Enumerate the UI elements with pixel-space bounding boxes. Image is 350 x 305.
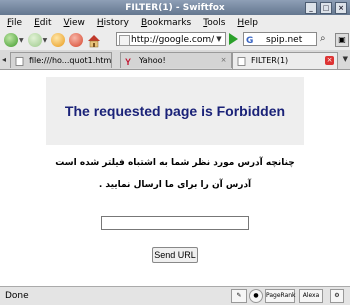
menu-help[interactable]: Help xyxy=(230,18,263,28)
tab-bar: ◂ file:///ho...quot1.html Y Yahoo! × FIL… xyxy=(0,50,350,70)
search-text: spip.net xyxy=(266,35,303,45)
forbidden-box: The requested page is Forbidden xyxy=(46,77,304,145)
url-text: http://google.com/ xyxy=(131,35,215,45)
message-line-1: چنانچه آدرس مورد نظر شما به اشتباه فیلتر… xyxy=(55,158,295,168)
search-engine-icon[interactable]: G xyxy=(246,34,253,48)
yahoo-icon: Y xyxy=(125,57,131,66)
menu-tools[interactable]: Tools xyxy=(196,18,230,28)
tab-list-dropdown-icon[interactable]: ▼ xyxy=(343,55,348,63)
close-tab-icon[interactable]: × xyxy=(219,56,228,65)
search-magnifier-icon[interactable]: ⌕ xyxy=(320,33,332,45)
forward-icon[interactable] xyxy=(27,33,42,47)
menu-edit[interactable]: Edit xyxy=(27,18,56,28)
tab-label: Yahoo! xyxy=(139,56,166,65)
go-icon[interactable] xyxy=(229,33,238,45)
forward-dropdown-icon[interactable]: ▼ xyxy=(43,37,48,44)
menu-history[interactable]: History xyxy=(90,18,134,28)
home-icon[interactable] xyxy=(87,33,101,48)
settings-icon[interactable]: ⚙ xyxy=(330,289,344,303)
menu-view[interactable]: View xyxy=(57,18,90,28)
alexa-icon[interactable]: Alexa xyxy=(299,289,323,303)
reload-icon[interactable] xyxy=(51,33,66,47)
window-title: FILTER(1) - Swiftfox xyxy=(125,2,225,13)
tab-local-file[interactable]: file:///ho...quot1.html xyxy=(10,52,112,68)
page-favicon xyxy=(119,35,130,46)
tab-yahoo[interactable]: Y Yahoo! × xyxy=(120,52,232,68)
url-history-dropdown-icon[interactable]: ▼ xyxy=(213,33,225,45)
tab-label: file:///ho...quot1.html xyxy=(29,56,112,65)
tab-scroll-left-icon[interactable]: ◂ xyxy=(2,55,6,64)
firebug-icon[interactable]: ✎ xyxy=(231,289,247,303)
title-bar: FILTER(1) - Swiftfox _ □ × xyxy=(0,0,350,15)
send-url-button[interactable]: Send URL xyxy=(152,247,198,263)
toolbar-extra-icon[interactable]: ▣ xyxy=(335,33,349,47)
menu-file[interactable]: File xyxy=(0,18,27,28)
page-content: The requested page is Forbidden چنانچه آ… xyxy=(0,70,350,286)
url-submit-input[interactable] xyxy=(101,216,249,230)
stop-icon[interactable] xyxy=(69,33,84,47)
svg-text:Y: Y xyxy=(125,57,131,66)
document-icon xyxy=(237,57,246,66)
back-icon[interactable] xyxy=(4,33,18,47)
status-bar: Done ✎ ● PageRank Alexa ⚙ xyxy=(0,286,350,305)
menu-bar: File Edit View History Bookmarks Tools H… xyxy=(0,15,350,30)
maximize-button[interactable]: □ xyxy=(320,2,332,14)
browser-window: FILTER(1) - Swiftfox _ □ × File Edit Vie… xyxy=(0,0,350,305)
close-tab-icon[interactable]: × xyxy=(325,56,334,65)
tab-label: FILTER(1) xyxy=(251,56,289,65)
search-box[interactable]: G spip.net xyxy=(243,32,317,46)
pagerank-icon[interactable]: PageRank xyxy=(265,289,296,303)
back-dropdown-icon[interactable]: ▼ xyxy=(19,37,24,44)
url-bar[interactable]: http://google.com/ xyxy=(116,32,226,46)
message-line-2: آدرس آن را برای ما ارسال نمایید . xyxy=(98,180,252,190)
menu-bookmarks[interactable]: Bookmarks xyxy=(134,18,196,28)
close-window-button[interactable]: × xyxy=(335,2,347,14)
page-heading: The requested page is Forbidden xyxy=(64,103,286,119)
tab-filter[interactable]: FILTER(1) × xyxy=(232,52,338,69)
document-icon xyxy=(15,57,24,66)
addon-icon[interactable]: ● xyxy=(249,289,263,303)
minimize-button[interactable]: _ xyxy=(305,2,317,14)
status-text: Done xyxy=(5,291,29,301)
